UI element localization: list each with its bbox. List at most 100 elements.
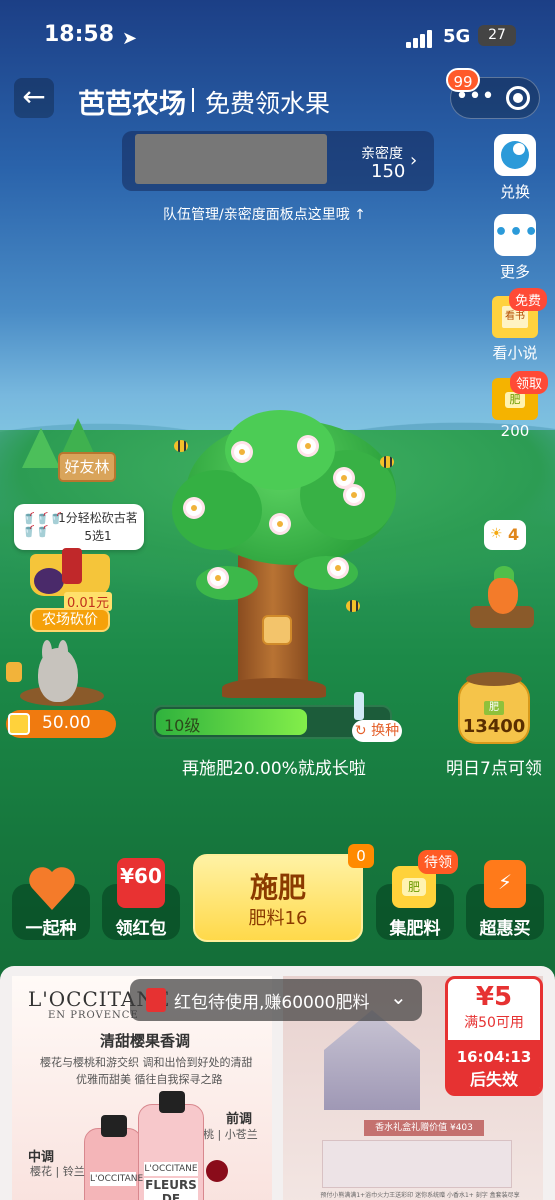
- bottle-name: FLEURS DE CERISIER: [144, 1178, 198, 1200]
- chevron-down-icon[interactable]: ⌄: [390, 985, 407, 1009]
- product-desc-1: 樱花与樱桃和游交织 调和出恰到好处的清甜: [40, 1056, 253, 1069]
- cherry-icon: [206, 1160, 228, 1182]
- bee-icon: [174, 440, 188, 452]
- sack-top: [466, 672, 522, 686]
- bee-icon: [380, 456, 394, 468]
- exchange-label: 兑换: [499, 183, 530, 201]
- carrot-icon[interactable]: [488, 578, 518, 614]
- grapes-icon: [34, 568, 64, 594]
- growth-hint: 再施肥20.00%就成长啦: [182, 759, 366, 779]
- pending-tag: 待领: [418, 850, 458, 874]
- red-packet-notice-text: 红包待使用,赚60000肥料: [174, 993, 370, 1013]
- close-miniapp-button[interactable]: [506, 86, 530, 110]
- more-button[interactable]: •••: [494, 214, 540, 256]
- friend-forest-button[interactable]: 好友林: [58, 452, 116, 482]
- team-hint: 队伍管理/亲密度面板点这里哦 ↑: [163, 207, 366, 223]
- more-label: 更多: [499, 263, 530, 281]
- blossom-icon: [234, 444, 250, 460]
- page-title: 芭芭农场: [78, 89, 186, 120]
- fertilizer-icon: 肥: [505, 392, 525, 408]
- fertilizer-jar-label: 肥: [402, 878, 426, 896]
- coupon-condition: 满50可用: [464, 1015, 524, 1031]
- coin-icon: [8, 713, 30, 735]
- farm-bargain-button[interactable]: 农场砍价: [30, 608, 110, 632]
- gift-description: 预付小熊满满1+浴巾火力王送彩印 迷你系统赠 小香水1+ 刻字 盒套装尽享: [320, 1192, 520, 1199]
- chevron-right-icon: ›: [410, 150, 418, 171]
- gift-value-band: 香水礼盒礼赠价值 ¥403: [364, 1120, 484, 1136]
- plant-together-label: 一起种: [25, 919, 77, 939]
- red-packet-label: 领红包: [115, 919, 167, 939]
- tree-level: 10级: [164, 716, 201, 735]
- battery-icon: 27: [478, 25, 516, 46]
- bottle-cap: [101, 1115, 127, 1137]
- gift-items-image: [322, 1140, 512, 1188]
- exchange-button[interactable]: [494, 134, 536, 176]
- lightning-icon: ⚡: [497, 870, 513, 894]
- tree-branch-left: [196, 566, 258, 600]
- shopping-bag-icon: ⚡: [484, 860, 526, 908]
- lantern-icon: [6, 662, 22, 682]
- free-tag: 免费: [509, 288, 548, 311]
- bottle-cap: [159, 1091, 185, 1113]
- fertilize-label: 施肥: [249, 871, 306, 904]
- top-note-label: 前调: [226, 1112, 253, 1127]
- title-divider: [192, 88, 194, 112]
- fertilize-badge: 0: [348, 844, 374, 868]
- sun-icon: ☀: [490, 526, 503, 542]
- perfume-bottle-small: [84, 1115, 142, 1200]
- product-desc-2: 优雅而甜美 循往自我探寻之路: [76, 1073, 223, 1086]
- super-deal-label: 超惠买: [479, 919, 531, 939]
- more-dots-icon: •••: [494, 220, 540, 245]
- blossom-icon: [346, 487, 362, 503]
- bottle-label: L'OCCITANE: [144, 1162, 198, 1176]
- blossom-icon: [210, 570, 226, 586]
- collect-fertilizer-label: 集肥料: [389, 919, 441, 939]
- coin-balance-value: 50.00: [42, 713, 91, 733]
- sunshine-bubble[interactable]: ☀ 4: [484, 520, 526, 550]
- red-packet-small-icon: [146, 988, 166, 1012]
- status-time: 18:58: [44, 22, 115, 47]
- bottle-icon: [62, 548, 82, 584]
- coupon-value: ¥5: [475, 982, 513, 1012]
- blossom-icon: [272, 516, 288, 532]
- sack-value: 13400: [462, 716, 526, 737]
- middle-note-detail: 樱花 | 铃兰: [30, 1165, 85, 1178]
- rabbit-icon[interactable]: [38, 648, 78, 702]
- swap-seed-button[interactable]: ↻ 换种: [352, 720, 402, 742]
- product-title: 清甜樱果香调: [100, 1032, 191, 1050]
- tree-branch-right: [294, 556, 358, 590]
- bottle-label: L'OCCITANE: [90, 1172, 144, 1186]
- bee-icon: [346, 600, 360, 612]
- red-packet-icon: ¥60: [117, 858, 165, 908]
- sack-fertilizer-icon: 肥: [484, 701, 504, 715]
- blossom-icon: [300, 438, 316, 454]
- network-type: 5G: [443, 26, 471, 47]
- brand-subtitle: EN PROVENCE: [48, 1010, 139, 1021]
- claim-tag: 领取: [510, 371, 549, 394]
- gift-icon[interactable]: [262, 615, 292, 645]
- blossom-icon: [336, 470, 352, 486]
- intimacy-value: 150: [371, 161, 406, 182]
- promo-bubble-text: 1分轻松砍古茗5选1: [58, 511, 138, 543]
- tea-cups-icon: 🥤🥤🥤 🥤🥤: [22, 512, 64, 538]
- red-packet-value: ¥60: [120, 864, 162, 888]
- swap-seed-label: 换种: [371, 723, 400, 739]
- sack-available-time: 明日7点可领: [446, 759, 542, 779]
- blossom-icon: [330, 560, 346, 576]
- back-button[interactable]: ←: [14, 78, 54, 118]
- novel-label: 看小说: [492, 344, 538, 362]
- location-arrow-icon: ➤: [122, 28, 138, 49]
- notification-badge: 99: [446, 68, 480, 92]
- fertilizer-count: 肥料16: [248, 908, 308, 929]
- blossom-icon: [186, 500, 202, 516]
- coupon-countdown: 16:04:13: [456, 1048, 532, 1066]
- sunshine-count: 4: [508, 525, 520, 544]
- tree-roots: [222, 678, 326, 698]
- fertilizer-reward-value: 200: [500, 422, 530, 440]
- coupon-expire-label: 后失效: [469, 1070, 518, 1089]
- team-avatars-placeholder: [135, 134, 327, 184]
- bottle-icon: [354, 692, 364, 720]
- intimacy-label: 亲密度: [361, 146, 403, 162]
- page-subtitle: 免费领水果: [205, 89, 331, 118]
- exchange-icon: [501, 141, 529, 169]
